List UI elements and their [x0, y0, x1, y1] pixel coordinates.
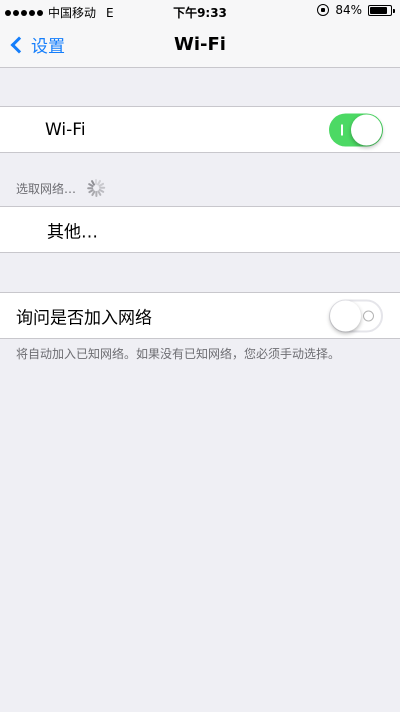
ask-to-join-label: 询问是否加入网络 [16, 308, 152, 328]
loading-spinner-icon [86, 178, 106, 198]
wifi-toggle-cell: Wi-Fi [0, 106, 400, 153]
networks-section-header: 选取网络… [16, 178, 106, 198]
other-network-cell[interactable]: 其他… [0, 206, 400, 253]
ask-to-join-cell: 询问是否加入网络 [0, 292, 400, 339]
choose-network-label: 选取网络… [16, 181, 77, 196]
switch-knob [330, 300, 361, 331]
switch-on-indicator [341, 124, 343, 135]
battery-level-fill [370, 6, 387, 14]
status-bar: 中国移动 E 下午9:33 84% [0, 0, 400, 22]
spinner-spoke [95, 191, 98, 197]
wifi-toggle-label: Wi-Fi [45, 119, 86, 140]
switch-knob [351, 114, 382, 145]
battery-percent: 84% [335, 3, 362, 17]
switch-off-indicator [363, 310, 374, 321]
ask-to-join-switch[interactable] [329, 299, 383, 332]
page-title: Wi-Fi [174, 34, 226, 55]
ask-to-join-footer: 将自动加入已知网络。如果没有已知网络，您必须手动选择。 [16, 347, 341, 361]
other-network-label: 其他… [47, 222, 98, 242]
status-right: 84% [317, 3, 395, 17]
rotation-lock-icon [317, 4, 330, 16]
battery-icon [368, 4, 395, 16]
wifi-toggle-switch[interactable] [329, 113, 383, 146]
navigation-bar: 设置 Wi-Fi [0, 22, 400, 68]
